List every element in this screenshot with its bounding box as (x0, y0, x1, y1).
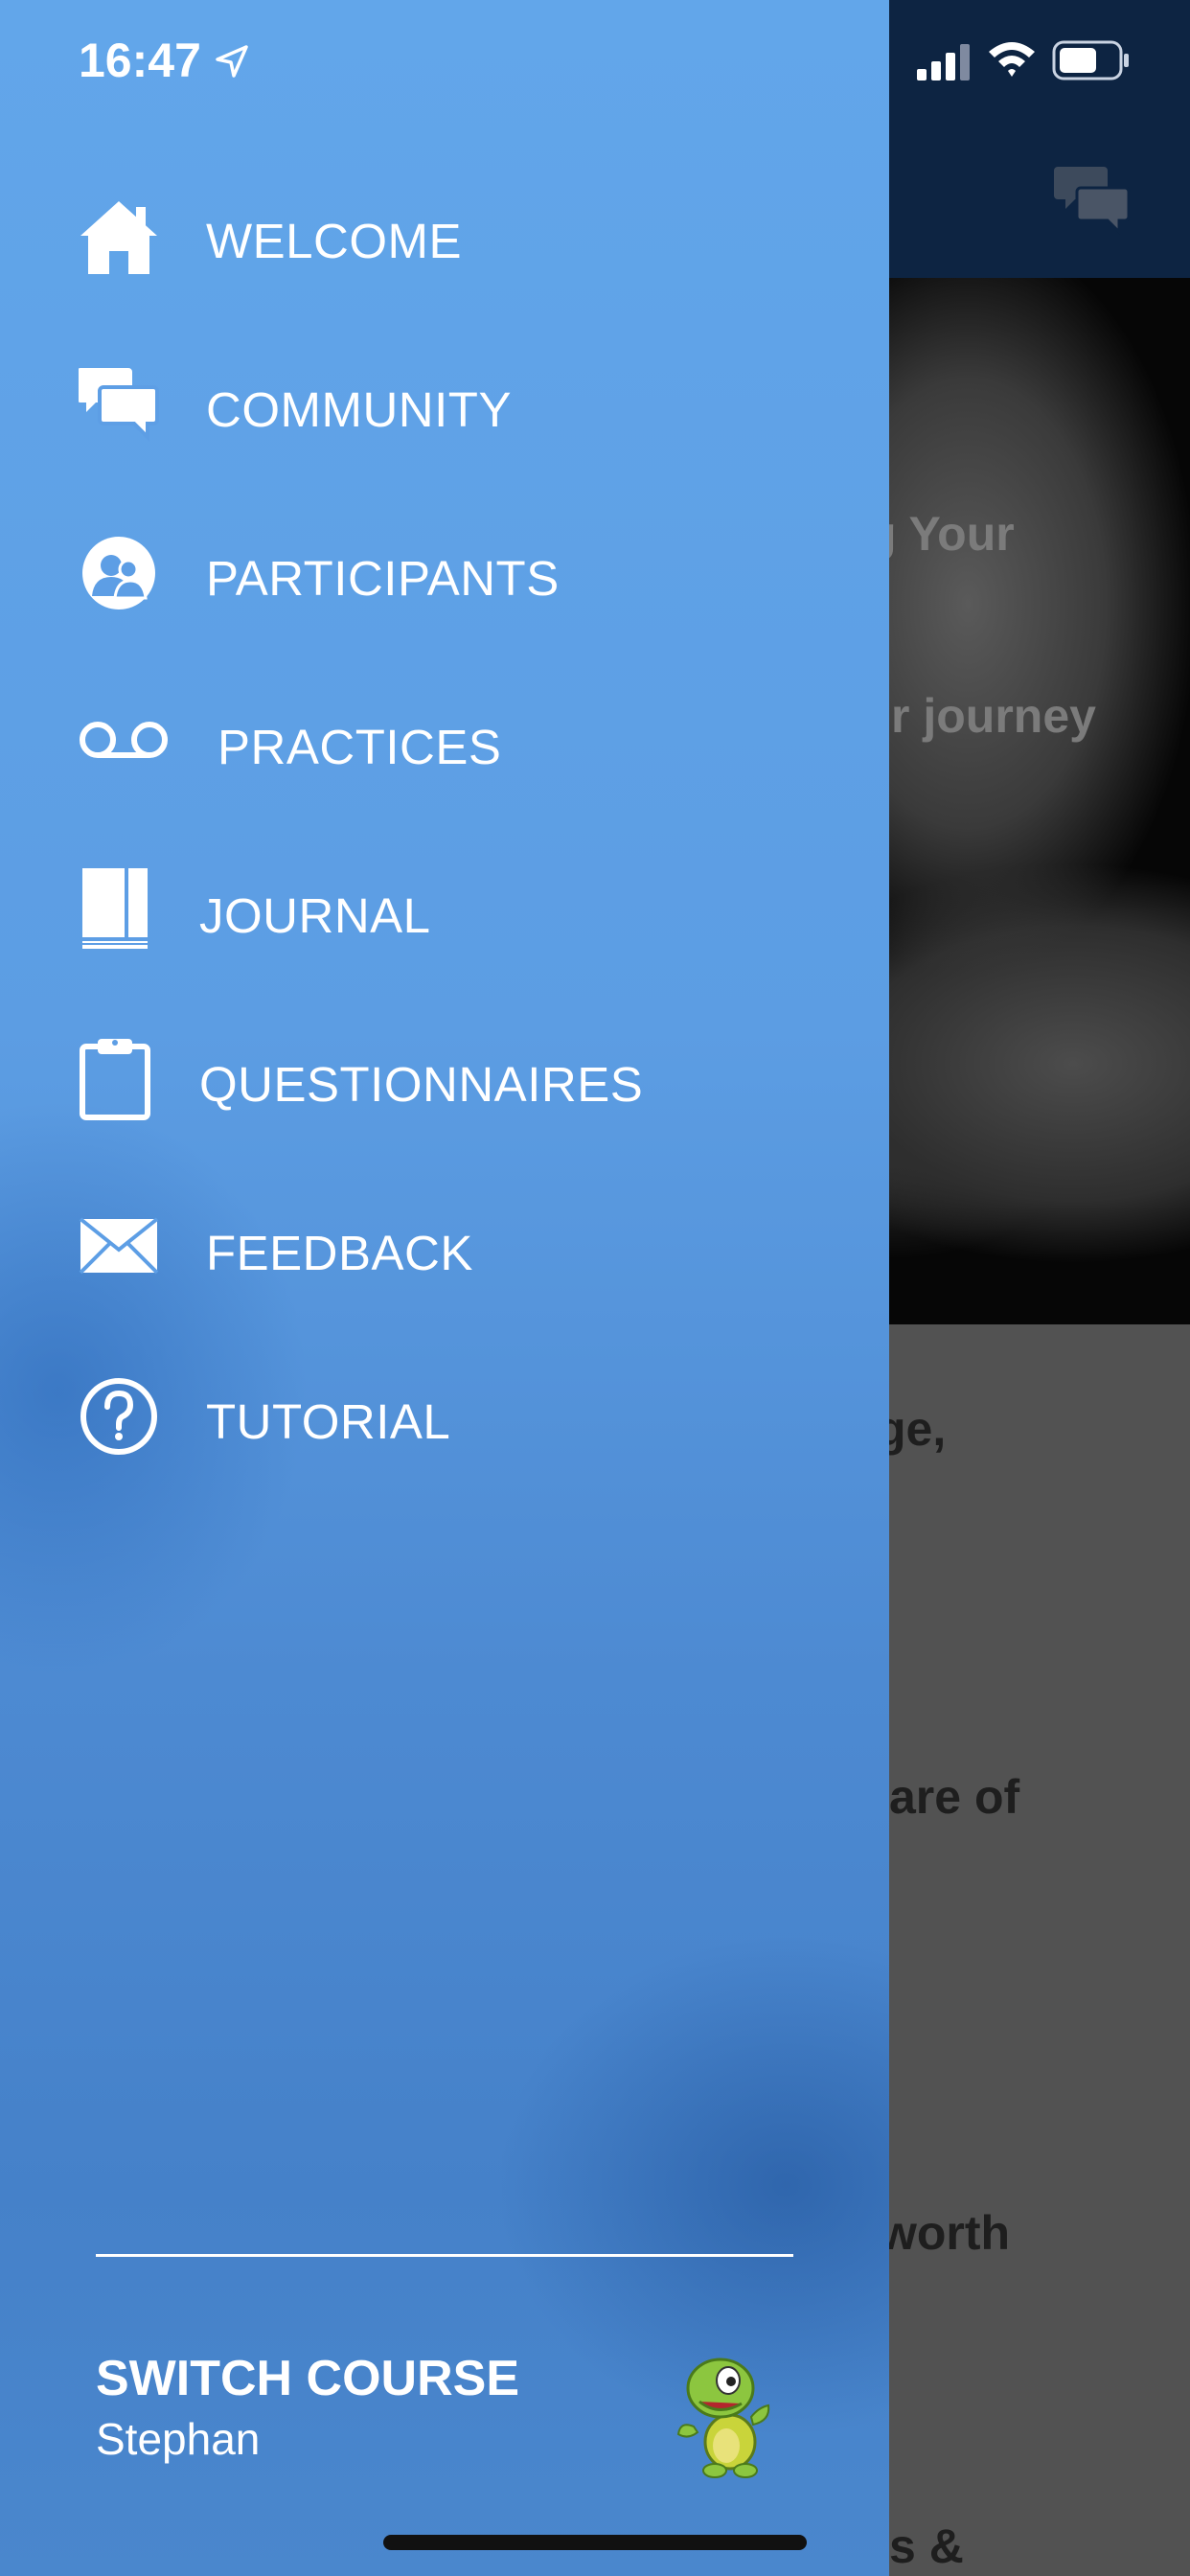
book-icon (82, 868, 148, 949)
user-name: Stephan (96, 2414, 261, 2464)
menu-item-community[interactable]: COMMUNITY (0, 332, 889, 485)
list-item-title: are of (889, 1770, 1020, 1824)
location-arrow-icon (216, 45, 248, 78)
menu-item-tutorial[interactable]: TUTORIAL (0, 1344, 889, 1497)
menu-item-journal[interactable]: JOURNAL (0, 838, 889, 991)
home-indicator[interactable] (383, 2535, 807, 2550)
menu-item-label: FEEDBACK (206, 1226, 473, 1280)
menu-item-label: PARTICIPANTS (206, 551, 560, 606)
menu-item-label: COMMUNITY (206, 382, 512, 437)
chat-bubbles-icon[interactable] (1054, 163, 1133, 242)
navigation-drawer: WELCOME COMMUNITY PARTICIPANTS PRACTICES (0, 0, 889, 2576)
participants-icon (82, 537, 155, 610)
menu-item-feedback[interactable]: FEEDBACK (0, 1175, 889, 1328)
question-circle-icon (80, 1378, 157, 1455)
battery-icon (1052, 40, 1129, 80)
chat-bubbles-icon (79, 368, 159, 442)
menu-item-questionnaires[interactable]: QUESTIONNAIRES (0, 1006, 889, 1160)
menu-item-label: PRACTICES (217, 720, 502, 774)
menu-item-label: JOURNAL (199, 888, 431, 943)
menu-item-practices[interactable]: PRACTICES (0, 669, 889, 822)
status-bar: 16:47 (0, 0, 1190, 125)
clipboard-icon (80, 1039, 150, 1120)
envelope-icon (79, 1217, 159, 1275)
hero-subtitle: r journey (891, 689, 1096, 743)
menu-item-label: QUESTIONNAIRES (199, 1057, 644, 1112)
menu-item-label: TUTORIAL (206, 1394, 451, 1449)
menu-item-participants[interactable]: PARTICIPANTS (0, 500, 889, 654)
menu-item-welcome[interactable]: WELCOME (0, 163, 889, 316)
turtle-mascot-icon[interactable] (671, 2348, 786, 2482)
signal-icon (917, 44, 970, 80)
wifi-icon (989, 42, 1035, 77)
home-icon (80, 201, 157, 274)
list-item-title: worth (880, 2206, 1011, 2260)
list-item-title: s & (889, 2519, 964, 2573)
drawer-divider (96, 2254, 793, 2257)
status-time: 16:47 (79, 34, 201, 87)
switch-course-button[interactable]: SWITCH COURSE (96, 2350, 519, 2407)
hero-title: g Your (867, 507, 1015, 561)
menu-item-label: WELCOME (206, 214, 463, 268)
voicemail-icon (80, 722, 168, 758)
